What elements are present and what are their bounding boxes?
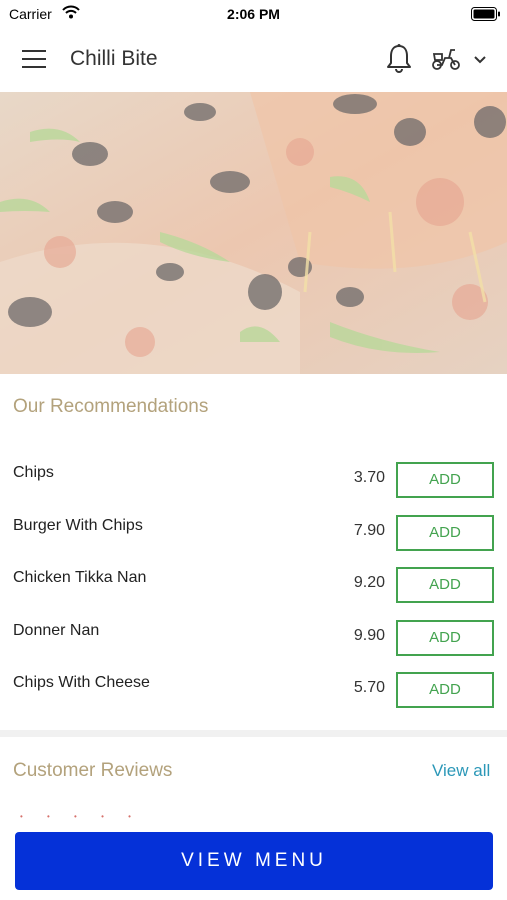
section-divider [0,730,507,737]
status-bar: Carrier 2:06 PM [0,0,507,28]
list-item: Donner Nan 9.90 ADD [0,610,507,663]
hero-banner-image [0,92,507,374]
item-price: 9.20 [353,574,385,591]
view-all-link[interactable]: View all [432,761,490,781]
item-price: 9.90 [353,626,385,644]
item-name: Chips [13,464,54,481]
add-button[interactable]: ADD [396,567,494,603]
add-button[interactable]: ADD [396,514,494,551]
item-name: Burger With Chips [13,516,143,534]
item-price: 7.90 [353,521,385,539]
rating-stars: • • • • • [20,812,142,821]
item-price: 3.70 [353,469,385,486]
list-item: Chicken Tikka Nan 9.20 ADD [0,557,507,610]
recommendations-list: Chips 3.70 ADD Burger With Chips 7.90 AD… [0,452,507,715]
add-button[interactable]: ADD [396,672,494,708]
view-menu-button[interactable]: VIEW MENU [15,832,493,890]
item-name: Chips With Cheese [13,674,150,691]
recommendations-title: Our Recommendations [13,396,209,417]
list-item: Burger With Chips 7.90 ADD [0,505,507,558]
app-title: Chilli Bite [70,47,158,70]
scooter-icon[interactable] [430,46,462,72]
clock: 2:06 PM [227,6,280,22]
add-button[interactable]: ADD [396,462,494,498]
menu-icon[interactable] [22,50,48,70]
chevron-down-icon[interactable] [472,53,488,65]
app-header: Chilli Bite [0,28,507,92]
list-item: Chips With Cheese 5.70 ADD [0,662,507,715]
add-button[interactable]: ADD [396,619,494,656]
bell-icon[interactable] [385,43,413,73]
battery-icon [471,7,501,21]
item-name: Chicken Tikka Nan [13,569,147,586]
item-price: 5.70 [353,679,385,696]
reviews-title: Customer Reviews [13,760,173,781]
item-name: Donner Nan [13,621,100,639]
list-item: Chips 3.70 ADD [0,452,507,505]
